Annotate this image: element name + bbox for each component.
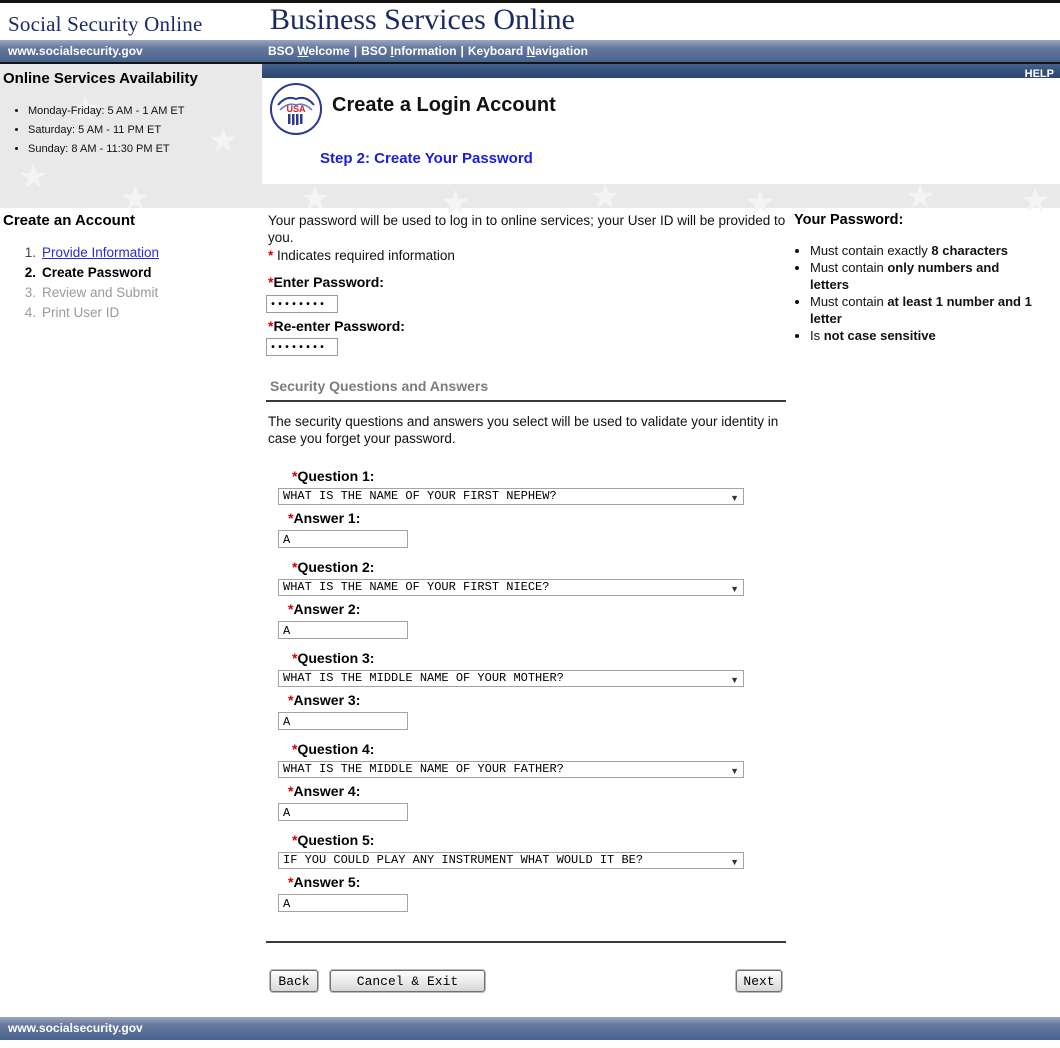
back-button[interactable]: Back (270, 970, 318, 992)
steps-title: Create an Account (3, 212, 135, 229)
site-name: Social Security Online (8, 12, 203, 36)
password-rule: Is not case sensitive (810, 327, 1035, 344)
masthead: Social Security Online Business Services… (0, 3, 1060, 40)
answer-5-input[interactable] (278, 894, 408, 912)
nav-separator: | (460, 44, 464, 58)
availability-item: Monday-Friday: 5 AM - 1 AM ET (28, 105, 262, 117)
steps-sidebar: Create an Account 1. Provide Information… (0, 208, 262, 325)
enter-password-label: *Enter Password: (268, 274, 384, 290)
password-rule: Must contain exactly 8 characters (810, 242, 1035, 259)
ssa-seal-icon: USA (270, 83, 322, 135)
step-create-password: 2. Create Password (24, 265, 152, 280)
nav-link-bso-information[interactable]: BSO Information (361, 44, 456, 58)
question-2-label: *Question 2: (292, 559, 375, 575)
page-title: Business Services Online (270, 3, 575, 36)
security-section-title: Security Questions and Answers (270, 378, 489, 394)
question-5-label: *Question 5: (292, 832, 375, 848)
password-rules-title: Your Password: (794, 212, 904, 228)
availability-item: Sunday: 8 AM - 11:30 PM ET (28, 143, 262, 155)
title-panel: USA Create a Login Account Step 2: Creat… (262, 78, 1060, 184)
star-watermark (18, 160, 48, 194)
password-rule: Must contain only numbers and letters (810, 259, 1035, 293)
answer-2-label: *Answer 2: (288, 601, 361, 617)
bso-create-account-page: Social Security Online Business Services… (0, 0, 1060, 1048)
site-url: www.socialsecurity.gov (8, 44, 143, 58)
chevron-down-icon: ▼ (730, 493, 739, 503)
question-2-select[interactable]: WHAT IS THE NAME OF YOUR FIRST NIECE? ▼ (278, 579, 744, 596)
answer-3-input[interactable] (278, 712, 408, 730)
security-section-description: The security questions and answers you s… (268, 414, 779, 446)
hero-band: Online Services Availability Monday-Frid… (0, 62, 1060, 208)
answer-4-label: *Answer 4: (288, 783, 361, 799)
buttons-divider (266, 941, 786, 943)
steps-list: 1. Provide Information 2. Create Passwor… (0, 245, 262, 320)
section-divider (266, 400, 786, 402)
password-rules-list: Must contain exactly 8 characters Must c… (790, 242, 1035, 344)
chevron-down-icon: ▼ (730, 675, 739, 685)
enter-password-input[interactable] (266, 295, 338, 313)
required-note: * Indicates required information (268, 248, 455, 263)
reenter-password-label: *Re-enter Password: (268, 318, 405, 334)
page-heading: Create a Login Account (332, 94, 556, 116)
availability-item: Saturday: 5 AM - 11 PM ET (28, 124, 262, 136)
intro-text: Your password will be used to log in to … (268, 213, 786, 245)
question-3-label: *Question 3: (292, 650, 375, 666)
footer-bar: www.socialsecurity.gov (0, 1017, 1060, 1040)
step-print-user-id: 4. Print User ID (24, 305, 120, 320)
top-nav-links: BSO Welcome | BSO Information | Keyboard Nav… (268, 40, 588, 62)
question-4-select[interactable]: WHAT IS THE MIDDLE NAME OF YOUR FATHER? ▼ (278, 761, 744, 778)
answer-1-input[interactable] (278, 530, 408, 548)
step-provide-information[interactable]: 1. Provide Information (0, 245, 262, 260)
password-rules-panel: Your Password: Must contain exactly 8 ch… (790, 208, 1058, 344)
top-nav-bar: www.socialsecurity.gov BSO Welcome | BSO I… (0, 40, 1060, 62)
answer-4-input[interactable] (278, 803, 408, 821)
step-review-and-submit: 3. Review and Submit (24, 285, 159, 300)
help-bar: HELP (262, 64, 1060, 80)
main-header: HELP USA Create a Login Account Step 2: … (262, 64, 1060, 208)
password-rule: Must contain at least 1 number and 1 let… (810, 293, 1035, 327)
svg-text:USA: USA (286, 104, 306, 114)
chevron-down-icon: ▼ (730, 766, 739, 776)
chevron-down-icon: ▼ (730, 584, 739, 594)
answer-5-label: *Answer 5: (288, 874, 361, 890)
step-heading: Step 2: Create Your Password (320, 150, 533, 167)
availability-panel: Online Services Availability Monday-Frid… (0, 70, 262, 162)
question-4-label: *Question 4: (292, 741, 375, 757)
question-1-label: *Question 1: (292, 468, 375, 484)
answer-1-label: *Answer 1: (288, 510, 361, 526)
next-button[interactable]: Next (736, 970, 782, 992)
nav-link-keyboard-navigation[interactable]: Keyboard Navigation (468, 44, 588, 58)
reenter-password-input[interactable] (266, 338, 338, 356)
answer-2-input[interactable] (278, 621, 408, 639)
nav-separator: | (353, 44, 358, 58)
availability-list: Monday-Friday: 5 AM - 1 AM ET Saturday: … (0, 105, 262, 155)
cancel-exit-button[interactable]: Cancel & Exit (330, 970, 485, 992)
nav-link-bso-welcome[interactable]: BSO Welcome (268, 44, 350, 58)
question-5-select[interactable]: IF YOU COULD PLAY ANY INSTRUMENT WHAT WO… (278, 852, 744, 869)
availability-title: Online Services Availability (3, 70, 198, 87)
question-3-select[interactable]: WHAT IS THE MIDDLE NAME OF YOUR MOTHER? ▼ (278, 670, 744, 687)
question-1-select[interactable]: WHAT IS THE NAME OF YOUR FIRST NEPHEW? ▼ (278, 488, 744, 505)
answer-3-label: *Answer 3: (288, 692, 361, 708)
footer-site-url: www.socialsecurity.gov (8, 1021, 143, 1035)
chevron-down-icon: ▼ (730, 857, 739, 867)
